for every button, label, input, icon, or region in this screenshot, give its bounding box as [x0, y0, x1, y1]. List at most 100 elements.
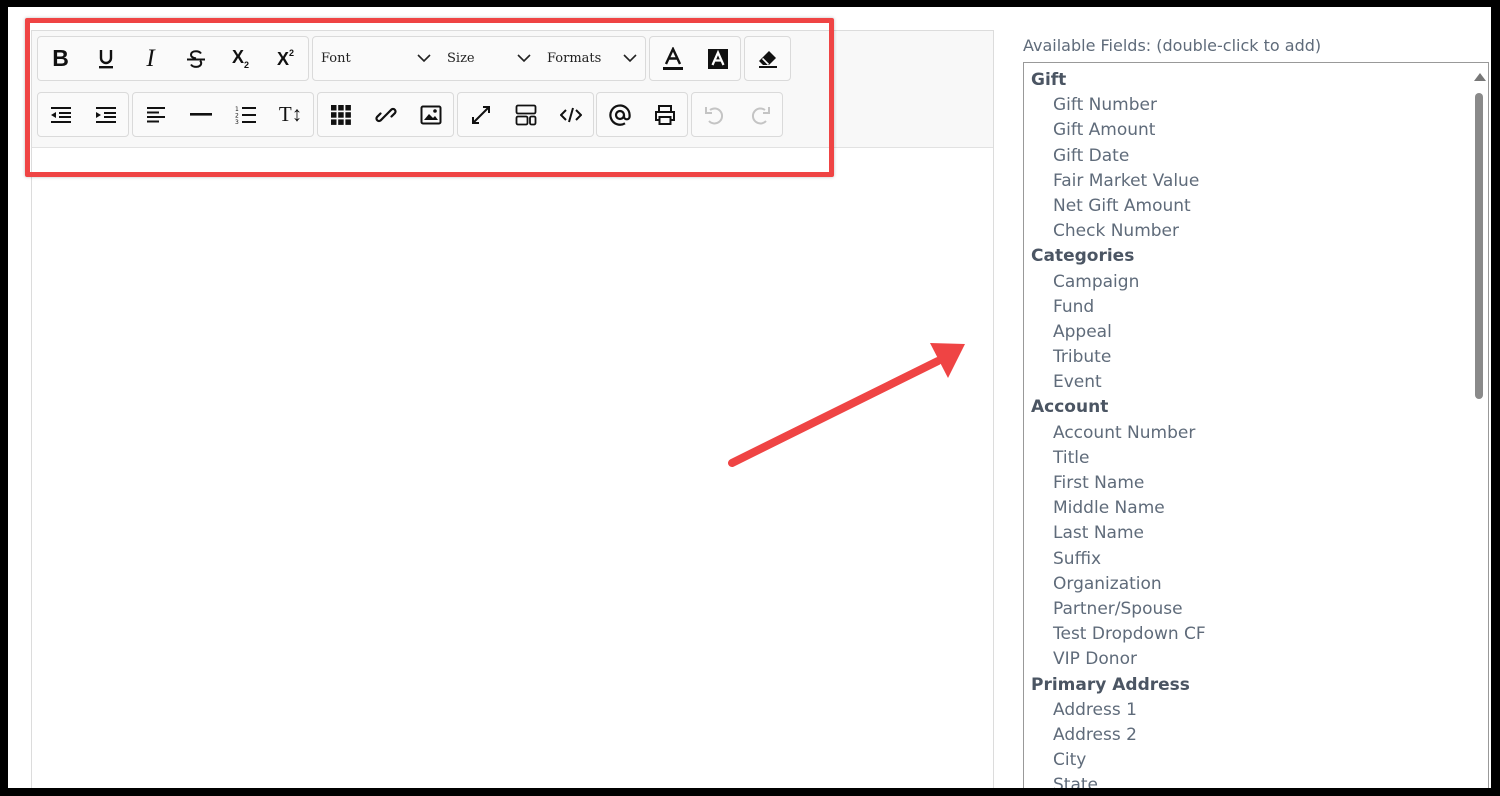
indent-button[interactable] [83, 93, 128, 136]
chevron-down-icon [517, 54, 531, 63]
field-item[interactable]: Title [1024, 446, 1470, 471]
field-item[interactable]: Net Gift Amount [1024, 194, 1470, 219]
background-color-icon [707, 48, 728, 69]
field-item[interactable]: VIP Donor [1024, 647, 1470, 672]
redo-button[interactable] [737, 93, 782, 136]
subscript-icon: X2 [232, 47, 249, 70]
misc-group [596, 92, 688, 137]
mention-button[interactable] [597, 93, 642, 136]
field-item[interactable]: Campaign [1024, 270, 1470, 295]
strikethrough-button[interactable] [173, 37, 218, 80]
field-item[interactable]: First Name [1024, 471, 1470, 496]
field-item[interactable]: Check Number [1024, 219, 1470, 244]
available-fields-title: Available Fields: (double-click to add) [1023, 36, 1322, 55]
font-dropdown-label: Font [321, 51, 351, 66]
eraser-icon [758, 50, 777, 68]
field-item[interactable]: Suffix [1024, 547, 1470, 572]
superscript-button[interactable]: X2 [263, 37, 308, 80]
field-item[interactable]: Tribute [1024, 345, 1470, 370]
field-item[interactable]: Address 2 [1024, 723, 1470, 748]
field-item[interactable]: Fair Market Value [1024, 169, 1470, 194]
show-blocks-icon [515, 104, 536, 125]
source-code-button[interactable] [548, 93, 593, 136]
indent-icon [95, 106, 116, 123]
rich-text-editor: B I X2 X2 Font Size Formats 1 2 3 T↕ [31, 30, 994, 788]
code-icon [559, 107, 582, 122]
bold-icon: B [52, 45, 69, 71]
font-color-button[interactable] [650, 37, 695, 80]
text-size-icon: T↕ [278, 102, 303, 126]
chevron-down-icon [417, 54, 431, 63]
field-item[interactable]: Last Name [1024, 521, 1470, 546]
field-item[interactable]: Middle Name [1024, 496, 1470, 521]
print-button[interactable] [642, 93, 687, 136]
strikethrough-icon [186, 49, 205, 68]
printer-icon [654, 104, 675, 125]
undo-button[interactable] [692, 93, 737, 136]
size-dropdown[interactable]: Size [439, 37, 539, 80]
formats-dropdown[interactable]: Formats [539, 37, 645, 80]
fullscreen-button[interactable] [458, 93, 503, 136]
editor-content-area[interactable] [32, 148, 993, 788]
text-style-group: B I X2 X2 [37, 36, 309, 81]
ordered-list-button[interactable]: 123 [223, 93, 268, 136]
link-button[interactable] [363, 93, 408, 136]
font-color-icon [662, 46, 683, 70]
field-item[interactable]: Appeal [1024, 320, 1470, 345]
field-item[interactable]: Address 1 [1024, 698, 1470, 723]
field-item[interactable]: City [1024, 748, 1470, 773]
scroll-up-arrow-icon[interactable] [1474, 73, 1486, 81]
scrollbar-thumb[interactable] [1475, 93, 1483, 399]
field-item[interactable]: Gift Date [1024, 144, 1470, 169]
ordered-list-icon: 123 [235, 106, 256, 125]
underline-button[interactable] [83, 37, 128, 80]
background-color-button[interactable] [695, 37, 740, 80]
history-group [691, 92, 783, 137]
field-item[interactable]: Partner/Spouse [1024, 597, 1470, 622]
table-icon [330, 104, 351, 125]
link-icon [374, 107, 397, 122]
horizontal-rule-button[interactable] [178, 93, 223, 136]
field-item[interactable]: Gift Amount [1024, 118, 1470, 143]
italic-button[interactable]: I [128, 37, 173, 80]
align-button[interactable] [133, 93, 178, 136]
svg-text:3: 3 [235, 119, 239, 125]
font-dropdowns-group: Font Size Formats [312, 36, 646, 81]
field-group-label: Categories [1031, 246, 1135, 267]
redo-icon [751, 106, 770, 124]
italic-icon: I [146, 44, 155, 72]
font-dropdown[interactable]: Font [313, 37, 439, 80]
at-sign-icon [608, 103, 631, 126]
fields-listbox: Gift Gift Number Gift Amount Gift Date Fair … [1024, 68, 1470, 788]
show-blocks-button[interactable] [503, 93, 548, 136]
field-item[interactable]: Gift Number [1024, 93, 1470, 118]
outdent-button[interactable] [38, 93, 83, 136]
formats-dropdown-label: Formats [547, 51, 602, 66]
indent-group [37, 92, 129, 137]
available-fields-list[interactable]: Gift Gift Number Gift Amount Gift Date Fair … [1023, 62, 1489, 788]
table-button[interactable] [318, 93, 363, 136]
field-item[interactable]: Organization [1024, 572, 1470, 597]
superscript-icon: X2 [277, 48, 294, 70]
underline-icon [98, 49, 113, 68]
field-item[interactable]: Event [1024, 370, 1470, 395]
subscript-base: X [231, 47, 244, 67]
paragraph-group: 123 T↕ [132, 92, 314, 137]
bold-button[interactable]: B [38, 37, 83, 80]
screen: B I X2 X2 Font Size Formats 1 2 3 T↕ Ava… [8, 7, 1491, 788]
field-item[interactable]: Fund [1024, 295, 1470, 320]
clear-formatting-button[interactable] [745, 37, 790, 80]
line-height-button[interactable]: T↕ [268, 93, 313, 136]
superscript-base: X [276, 48, 289, 69]
subscript-mark: 2 [244, 60, 250, 70]
image-icon [420, 105, 441, 124]
image-button[interactable] [408, 93, 453, 136]
field-item[interactable]: State [1024, 773, 1470, 788]
field-item[interactable]: Account Number [1024, 421, 1470, 446]
field-item[interactable]: Test Dropdown CF [1024, 622, 1470, 647]
clear-format-group [744, 36, 791, 81]
editor-toolbar: B I X2 X2 Font Size Formats 1 2 3 T↕ [32, 31, 993, 148]
horizontal-rule-icon [189, 112, 212, 116]
subscript-button[interactable]: X2 [218, 37, 263, 80]
vertical-scrollbar[interactable] [1470, 63, 1488, 788]
